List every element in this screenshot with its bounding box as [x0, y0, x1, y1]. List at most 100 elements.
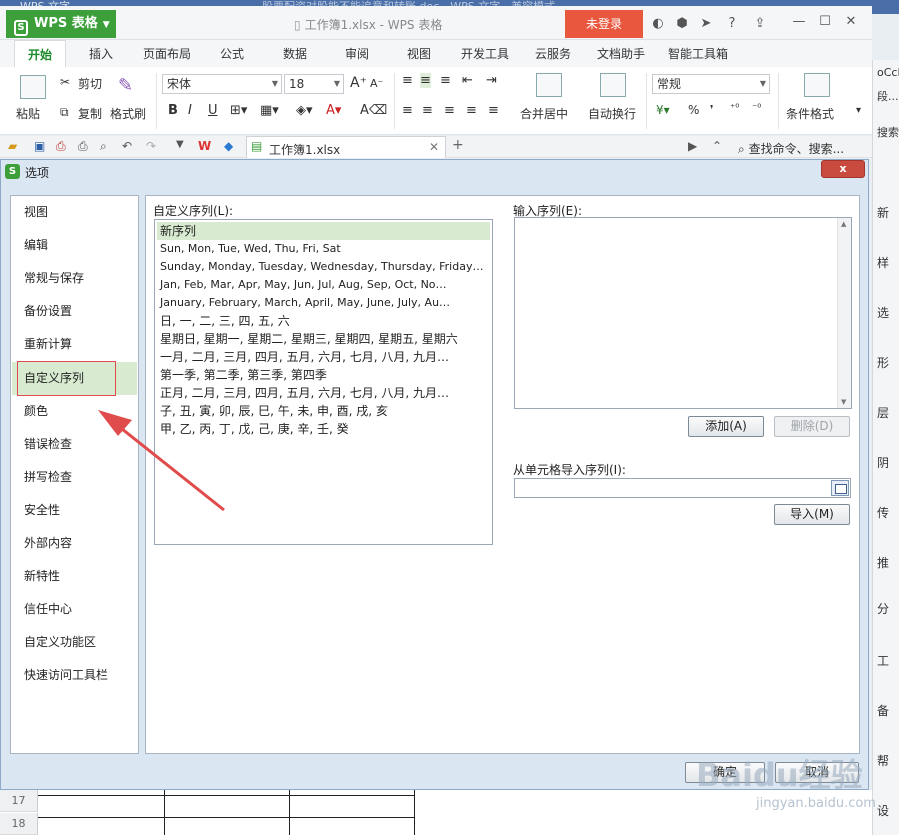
- right-pane-item[interactable]: 新: [877, 204, 889, 221]
- tab-cloud[interactable]: 云服务: [526, 40, 580, 68]
- underline-button[interactable]: U: [208, 103, 218, 118]
- bold-button[interactable]: B: [168, 103, 178, 118]
- decrease-decimal-icon[interactable]: ⁻⁰: [752, 103, 761, 114]
- indent-decrease-icon[interactable]: ⇤: [462, 73, 473, 88]
- command-search[interactable]: ⌕ 查找命令、搜索...: [738, 140, 844, 157]
- percent-button[interactable]: %: [688, 103, 699, 117]
- tab-doc-assistant[interactable]: 文档助手: [588, 40, 654, 68]
- import-button[interactable]: 导入(M): [774, 504, 850, 525]
- align-right-icon[interactable]: ≡: [444, 103, 455, 118]
- nav-item-error-checking[interactable]: 错误检查: [12, 428, 137, 461]
- scroll-down-icon[interactable]: ▼: [841, 398, 846, 406]
- skin-icon[interactable]: ◐: [650, 16, 666, 32]
- list-item[interactable]: 新序列: [157, 222, 490, 240]
- undo-icon[interactable]: ↶: [122, 139, 132, 153]
- cell-style-icon[interactable]: ▦▾: [260, 103, 279, 118]
- right-pane-item[interactable]: 层: [877, 404, 889, 421]
- tab-review[interactable]: 审阅: [332, 40, 382, 68]
- minimize-icon[interactable]: —: [786, 14, 812, 29]
- print-preview-icon[interactable]: ⌕: [100, 139, 107, 154]
- currency-icon[interactable]: ¥▾: [656, 103, 670, 117]
- indent-increase-icon[interactable]: ⇥: [486, 73, 497, 88]
- cube-icon[interactable]: ⬢: [674, 16, 690, 32]
- close-icon[interactable]: ✕: [429, 140, 439, 154]
- import-range-input[interactable]: [514, 478, 851, 498]
- nav-item-view[interactable]: 视图: [12, 196, 137, 229]
- conditional-format-button[interactable]: 条件格式: [786, 105, 834, 122]
- right-pane-item[interactable]: 推: [877, 554, 889, 571]
- format-painter-icon[interactable]: ✎: [118, 75, 133, 96]
- tab-view[interactable]: 视图: [394, 40, 444, 68]
- nav-item-new-features[interactable]: 新特性: [12, 560, 137, 593]
- wps-w-icon[interactable]: W: [198, 139, 211, 153]
- app-menu-button[interactable]: S WPS 表格 ▼: [6, 10, 116, 38]
- print-icon[interactable]: ⎙: [78, 139, 88, 154]
- number-format-select[interactable]: 常规 ▼: [652, 74, 770, 94]
- right-pane-search[interactable]: 搜索: [877, 124, 899, 140]
- wrap-text-button[interactable]: 自动换行: [588, 105, 636, 122]
- scrollbar[interactable]: ▲ ▼: [837, 218, 851, 408]
- increase-decimal-icon[interactable]: ⁺⁰: [730, 103, 739, 114]
- range-picker-icon[interactable]: [831, 480, 849, 496]
- add-button[interactable]: 添加(A): [688, 416, 764, 437]
- tab-smart-toolbox[interactable]: 智能工具箱: [660, 40, 736, 68]
- right-pane-item[interactable]: 形: [877, 354, 889, 371]
- redo-icon[interactable]: ↷: [146, 139, 156, 153]
- right-pane-item[interactable]: 传: [877, 504, 889, 521]
- font-color-icon[interactable]: A▾: [326, 103, 341, 118]
- list-item[interactable]: 子, 丑, 寅, 卯, 辰, 巳, 午, 未, 申, 酉, 戌, 亥: [157, 402, 490, 420]
- right-pane-item[interactable]: 分: [877, 600, 889, 617]
- tab-home[interactable]: 开始: [14, 40, 66, 68]
- list-item[interactable]: 正月, 二月, 三月, 四月, 五月, 六月, 七月, 八月, 九月…: [157, 384, 490, 402]
- align-bottom-icon[interactable]: ≡: [440, 73, 451, 88]
- border-icon[interactable]: ⊞▾: [230, 103, 247, 118]
- custom-lists-listbox[interactable]: 新序列 Sun, Mon, Tue, Wed, Thu, Fri, Sat Su…: [154, 219, 493, 545]
- new-tab-icon[interactable]: +: [452, 137, 464, 153]
- list-item[interactable]: 星期日, 星期一, 星期二, 星期三, 星期四, 星期五, 星期六: [157, 330, 490, 348]
- nav-item-edit[interactable]: 编辑: [12, 229, 137, 262]
- save-icon[interactable]: ▣: [34, 139, 45, 153]
- align-middle-icon[interactable]: ≡: [420, 73, 431, 88]
- row-header[interactable]: 17: [0, 790, 38, 812]
- document-tab[interactable]: ▤ 工作簿1.xlsx ✕: [246, 136, 446, 158]
- delete-button[interactable]: 删除(D): [774, 416, 850, 437]
- cancel-button[interactable]: 取消: [775, 762, 859, 783]
- list-item[interactable]: Sun, Mon, Tue, Wed, Thu, Fri, Sat: [157, 240, 490, 258]
- copy-icon[interactable]: ⧉: [60, 105, 69, 120]
- nav-item-color[interactable]: 颜色: [12, 395, 137, 428]
- tab-developer[interactable]: 开发工具: [452, 40, 518, 68]
- right-pane-item[interactable]: 工: [877, 652, 889, 669]
- align-center-icon[interactable]: ≡: [422, 103, 433, 118]
- nav-item-recalculate[interactable]: 重新计算: [12, 328, 137, 361]
- merge-center-icon[interactable]: [536, 73, 562, 97]
- collapse-icon[interactable]: ⌃: [712, 139, 722, 153]
- paste-icon[interactable]: [20, 75, 46, 99]
- right-pane-item[interactable]: 帮: [877, 752, 889, 769]
- copy-button[interactable]: 复制: [78, 105, 102, 122]
- nav-item-backup[interactable]: 备份设置: [12, 295, 137, 328]
- nav-item-external-content[interactable]: 外部内容: [12, 527, 137, 560]
- thousands-icon[interactable]: ❜: [710, 103, 714, 116]
- tab-data[interactable]: 数据: [270, 40, 320, 68]
- italic-button[interactable]: I: [188, 103, 192, 118]
- export-pdf-icon[interactable]: ⎙: [56, 139, 66, 154]
- tab-page-layout[interactable]: 页面布局: [136, 40, 198, 68]
- ok-button[interactable]: 确定: [685, 762, 765, 783]
- cut-button[interactable]: 剪切: [78, 75, 102, 92]
- paste-button[interactable]: 粘贴: [16, 105, 40, 122]
- align-top-icon[interactable]: ≡: [402, 73, 413, 88]
- spreadsheet-grid[interactable]: 17 18: [0, 790, 872, 835]
- fill-color-icon[interactable]: ◈▾: [296, 103, 313, 118]
- list-item[interactable]: Jan, Feb, Mar, Apr, May, Jun, Jul, Aug, …: [157, 276, 490, 294]
- nav-item-trust-center[interactable]: 信任中心: [12, 593, 137, 626]
- list-item[interactable]: Sunday, Monday, Tuesday, Wednesday, Thur…: [157, 258, 490, 276]
- list-item[interactable]: 日, 一, 二, 三, 四, 五, 六: [157, 312, 490, 330]
- nav-item-quick-access-toolbar[interactable]: 快速访问工具栏: [12, 659, 137, 692]
- list-item[interactable]: January, February, March, April, May, Ju…: [157, 294, 490, 312]
- decrease-font-icon[interactable]: A⁻: [370, 77, 383, 90]
- list-entries-textarea[interactable]: ▲ ▼: [514, 217, 852, 409]
- share-icon[interactable]: ➤: [698, 16, 714, 32]
- merge-center-button[interactable]: 合并居中: [520, 105, 568, 122]
- cube-icon[interactable]: ◆: [224, 139, 233, 153]
- clear-format-icon[interactable]: A⌫: [360, 103, 387, 118]
